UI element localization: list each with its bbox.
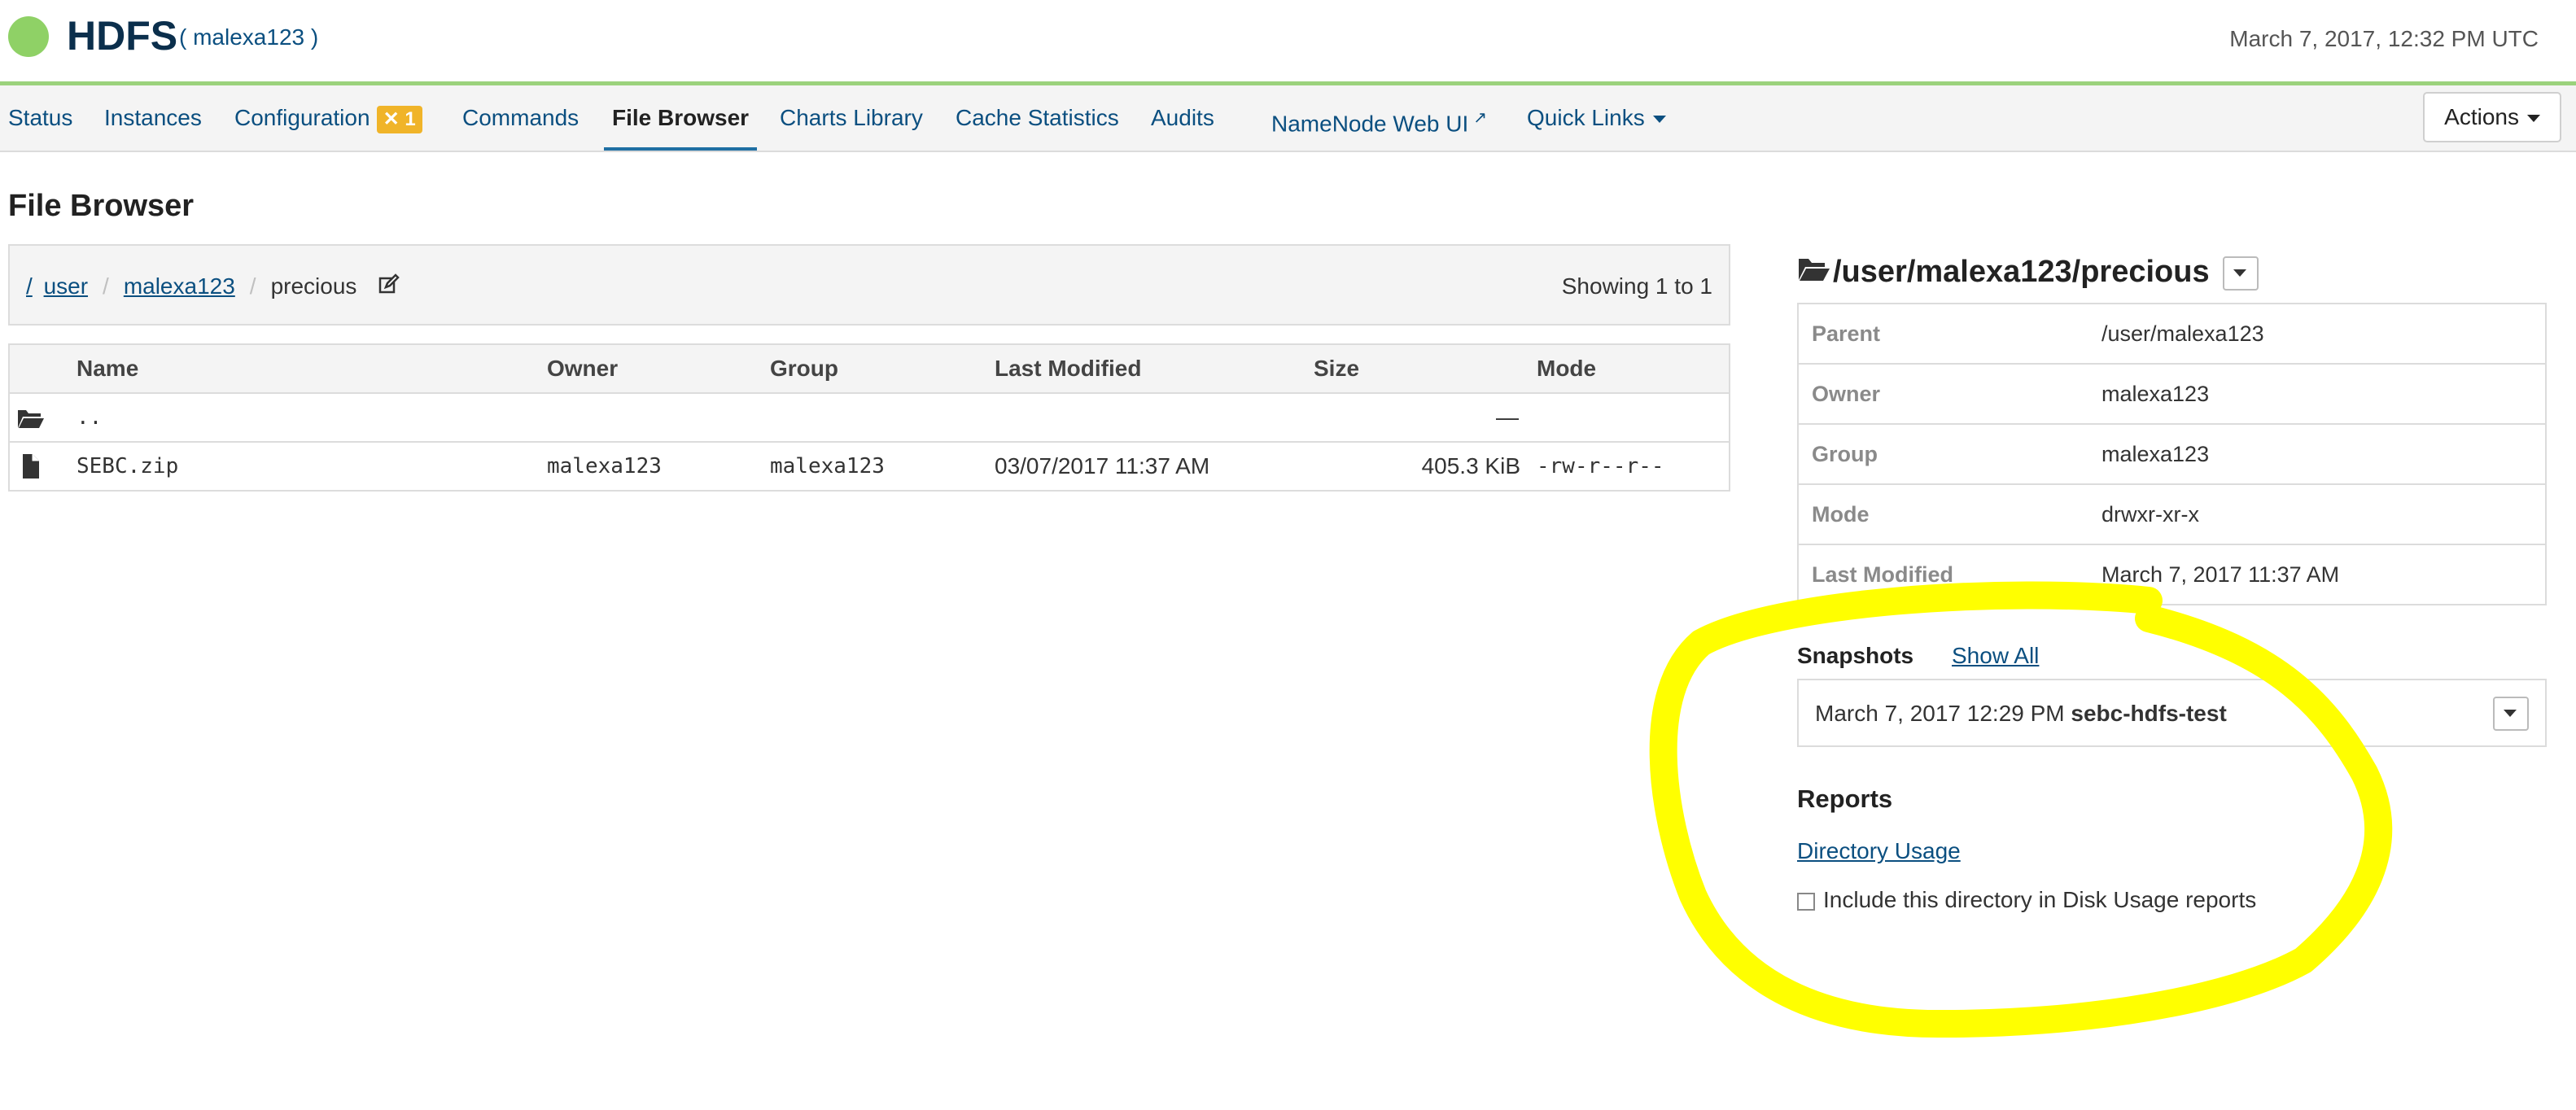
breadcrumb-user[interactable]: user <box>44 273 88 299</box>
table-row[interactable]: SEBC.zip malexa123 malexa123 03/07/2017 … <box>10 441 1729 490</box>
tab-instances[interactable]: Instances <box>104 85 202 151</box>
tab-label: NameNode Web UI <box>1271 111 1469 137</box>
file-mode: — <box>1496 404 1519 430</box>
directory-properties: Parent /user/malexa123 Owner malexa123 G… <box>1797 303 2547 605</box>
show-all-snapshots-link[interactable]: Show All <box>1952 641 2039 671</box>
include-disk-usage-option[interactable]: Include this directory in Disk Usage rep… <box>1797 885 2256 915</box>
tab-label: Charts Library <box>780 105 923 130</box>
table-header: Name Owner Group Last Modified Size Mode <box>10 345 1729 392</box>
edit-path-icon[interactable] <box>378 272 400 304</box>
include-disk-usage-checkbox[interactable] <box>1797 892 1815 911</box>
folder-open-icon <box>16 394 46 441</box>
breadcrumb-malexa123[interactable]: malexa123 <box>124 273 235 299</box>
tab-label: Instances <box>104 105 202 130</box>
folder-open-icon <box>1797 251 1831 296</box>
directory-path: /user/malexa123/precious <box>1833 255 2210 289</box>
property-key: Mode <box>1812 502 1870 527</box>
file-size: 405.3 KiB <box>1421 453 1520 479</box>
column-name[interactable]: Name <box>77 345 138 392</box>
tab-audits[interactable]: Audits <box>1151 85 1214 151</box>
file-name[interactable]: SEBC.zip <box>77 443 178 490</box>
snapshot-select[interactable]: March 7, 2017 12:29 PM sebc-hdfs-test <box>1797 679 2547 747</box>
tab-configuration[interactable]: Configuration ✕ 1 <box>234 85 422 151</box>
tab-label: Configuration <box>234 105 370 130</box>
tab-cache-statistics[interactable]: Cache Statistics <box>956 85 1119 151</box>
snapshot-dropdown-button[interactable] <box>2493 697 2529 731</box>
page-title: File Browser <box>8 189 195 223</box>
breadcrumb-bar: / user / malexa123 / precious Showing 1 to 1 <box>8 244 1730 326</box>
actions-label: Actions <box>2444 104 2519 129</box>
file-owner: malexa123 <box>547 454 662 479</box>
pagination-info: Showing 1 to 1 <box>1561 273 1712 299</box>
tab-label: Commands <box>462 105 579 130</box>
directory-title: /user/malexa123/precious <box>1797 249 2259 296</box>
breadcrumb-separator: / <box>249 273 256 299</box>
snapshot-time: March 7, 2017 12:29 PM <box>1815 701 2065 726</box>
property-value: drwxr-xr-x <box>2101 502 2199 527</box>
tab-label: Quick Links <box>1527 105 1645 130</box>
property-row: Parent /user/malexa123 <box>1799 304 2545 363</box>
directory-menu-button[interactable] <box>2222 256 2259 291</box>
file-icon <box>20 443 42 490</box>
property-value: malexa123 <box>2101 442 2210 466</box>
service-header: HDFS ( malexa123 ) March 7, 2017, 12:32 … <box>0 0 2576 83</box>
external-link-icon: ↗ <box>1473 109 1488 127</box>
property-row: Group malexa123 <box>1799 423 2545 483</box>
actions-button[interactable]: Actions <box>2423 92 2561 142</box>
cluster-link[interactable]: ( malexa123 ) <box>179 21 318 54</box>
include-disk-usage-label: Include this directory in Disk Usage rep… <box>1823 887 2257 912</box>
column-group[interactable]: Group <box>770 345 838 392</box>
breadcrumb-separator: / <box>103 273 109 299</box>
snapshot-name: sebc-hdfs-test <box>2071 701 2227 726</box>
chevron-down-icon <box>2504 710 2517 717</box>
reports-heading: Reports <box>1797 784 1893 813</box>
service-tabs: Status Instances Configuration ✕ 1 Comman… <box>0 85 2576 152</box>
config-issues-badge[interactable]: ✕ 1 <box>376 105 422 133</box>
directory-usage-link[interactable]: Directory Usage <box>1797 837 1961 866</box>
badge-count: 1 <box>405 107 416 130</box>
tab-status[interactable]: Status <box>8 85 72 151</box>
breadcrumb-root[interactable]: / <box>26 273 33 299</box>
column-owner[interactable]: Owner <box>547 345 618 392</box>
service-name: HDFS <box>67 13 178 59</box>
tab-label: Audits <box>1151 105 1214 130</box>
snapshot-selected: March 7, 2017 12:29 PM sebc-hdfs-test <box>1815 698 2227 729</box>
tab-label: Status <box>8 105 73 130</box>
current-timestamp: March 7, 2017, 12:32 PM UTC <box>2229 26 2539 51</box>
property-value: /user/malexa123 <box>2101 321 2264 346</box>
chevron-down-icon <box>2527 115 2540 123</box>
property-key: Parent <box>1812 321 1881 346</box>
tab-quick-links[interactable]: Quick Links <box>1527 85 1666 151</box>
property-key: Owner <box>1812 382 1881 406</box>
property-row: Last Modified March 7, 2017 11:37 AM <box>1799 544 2545 604</box>
tab-label: Cache Statistics <box>956 105 1119 130</box>
property-key: Group <box>1812 442 1878 466</box>
file-mode: -rw-r--r-- <box>1537 454 1664 479</box>
tab-label: File Browser <box>612 105 750 130</box>
column-last-modified[interactable]: Last Modified <box>995 345 1141 392</box>
file-table: Name Owner Group Last Modified Size Mode… <box>8 343 1730 492</box>
breadcrumb-current: precious <box>270 273 357 299</box>
property-row: Mode drwxr-xr-x <box>1799 483 2545 544</box>
column-size[interactable]: Size <box>1314 345 1359 392</box>
file-name[interactable]: .. <box>77 394 102 441</box>
table-row-parent[interactable]: .. — <box>10 392 1729 441</box>
file-last-modified: 03/07/2017 11:37 AM <box>995 453 1210 479</box>
property-key: Last Modified <box>1812 562 1953 587</box>
column-mode[interactable]: Mode <box>1537 345 1596 392</box>
property-value: malexa123 <box>2101 382 2210 406</box>
tab-namenode-web-ui[interactable]: NameNode Web UI ↗ <box>1271 85 1487 151</box>
snapshots-label: Snapshots <box>1797 643 1914 668</box>
tab-charts-library[interactable]: Charts Library <box>780 85 923 151</box>
health-status-icon <box>8 16 49 57</box>
chevron-down-icon <box>1652 116 1666 124</box>
tab-commands[interactable]: Commands <box>462 85 579 151</box>
property-value: March 7, 2017 11:37 AM <box>2101 562 2340 587</box>
tab-file-browser[interactable]: File Browser <box>604 85 758 151</box>
wrench-icon: ✕ <box>383 107 400 130</box>
chevron-down-icon <box>2233 269 2246 277</box>
breadcrumb: / user / malexa123 / precious <box>26 270 400 304</box>
file-group: malexa123 <box>770 454 885 479</box>
property-row: Owner malexa123 <box>1799 363 2545 423</box>
